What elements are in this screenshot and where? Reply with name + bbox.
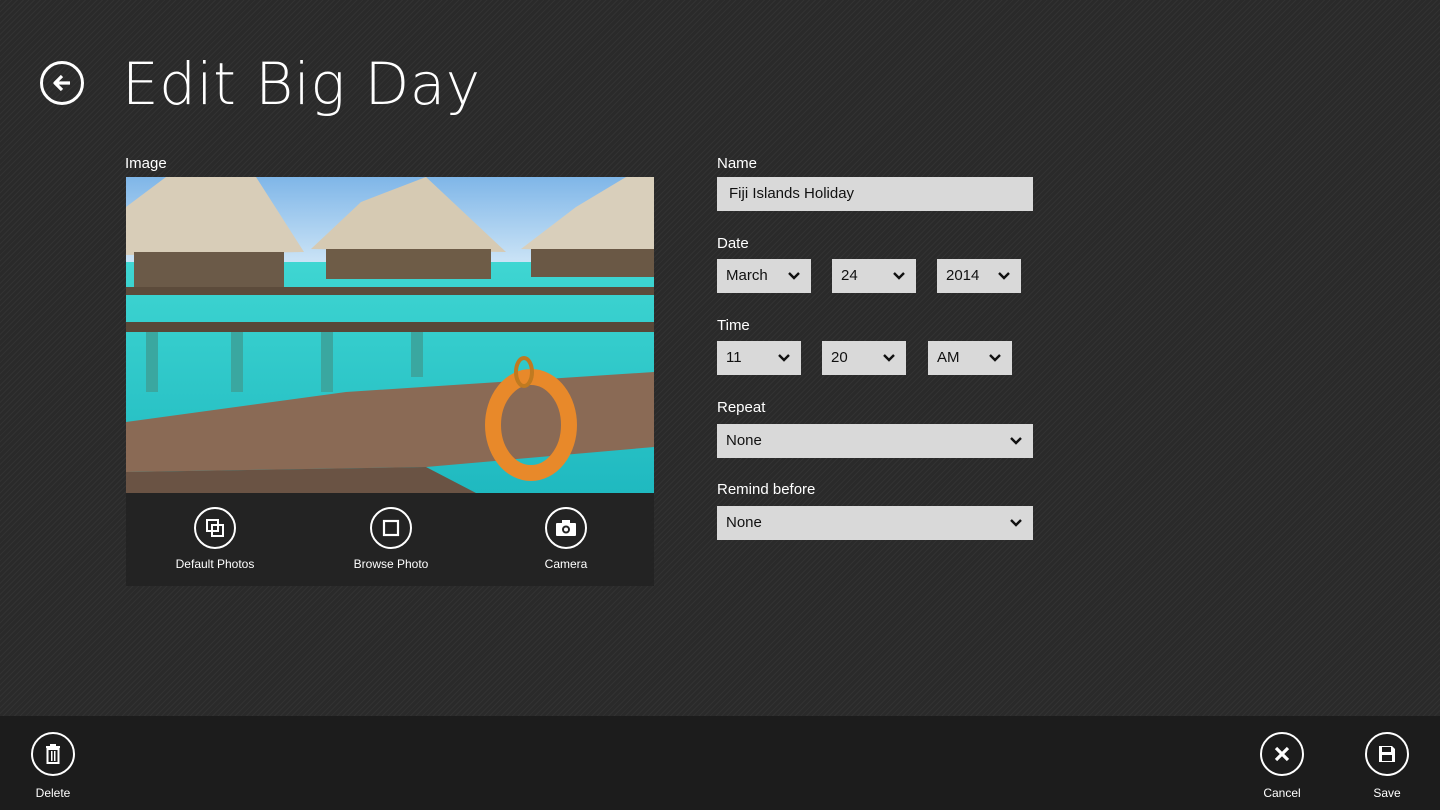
hour-value: 11 (726, 349, 742, 366)
repeat-select[interactable]: None (717, 424, 1033, 458)
ampm-value: AM (937, 349, 960, 366)
cancel-button[interactable]: Cancel (1242, 732, 1322, 800)
repeat-value: None (726, 432, 762, 449)
name-input[interactable]: Fiji Islands Holiday (717, 177, 1033, 211)
camera-label: Camera (544, 557, 588, 571)
delete-label: Delete (35, 786, 71, 800)
camera-button[interactable]: Camera (506, 507, 626, 571)
time-label: Time (717, 317, 750, 334)
save-button[interactable]: Save (1347, 732, 1427, 800)
remind-select[interactable]: None (717, 506, 1033, 540)
remind-label: Remind before (717, 481, 816, 498)
chevron-down-icon (1010, 519, 1022, 527)
name-label: Name (717, 155, 758, 172)
ampm-select[interactable]: AM (928, 341, 1012, 375)
year-select[interactable]: 2014 (937, 259, 1021, 293)
cancel-label: Cancel (1263, 786, 1301, 800)
day-select[interactable]: 24 (832, 259, 916, 293)
month-select[interactable]: March (717, 259, 811, 293)
delete-button[interactable]: Delete (13, 732, 93, 800)
minute-value: 20 (831, 349, 848, 366)
hour-select[interactable]: 11 (717, 341, 801, 375)
chevron-down-icon (778, 354, 790, 362)
remind-value: None (726, 514, 762, 531)
chevron-down-icon (883, 354, 895, 362)
date-label: Date (717, 235, 749, 252)
month-value: March (726, 267, 768, 284)
page-title: Edit Big Day (122, 50, 481, 118)
default-photos-label: Default Photos (175, 557, 255, 571)
browse-icon (370, 507, 412, 549)
photo-actions-bar: Default Photos Browse Photo Camera (126, 493, 654, 586)
day-value: 24 (841, 267, 858, 284)
browse-photo-button[interactable]: Browse Photo (331, 507, 451, 571)
chevron-down-icon (1010, 437, 1022, 445)
repeat-label: Repeat (717, 399, 766, 416)
image-panel: Default Photos Browse Photo Camera (126, 177, 654, 586)
year-value: 2014 (946, 267, 980, 284)
camera-icon (545, 507, 587, 549)
default-photos-button[interactable]: Default Photos (155, 507, 275, 571)
trash-icon (31, 732, 75, 776)
back-arrow-icon (53, 74, 70, 92)
app-bar: Delete Cancel Save (0, 716, 1440, 810)
chevron-down-icon (788, 272, 800, 280)
chevron-down-icon (998, 272, 1010, 280)
chevron-down-icon (989, 354, 1001, 362)
save-icon (1365, 732, 1409, 776)
back-button[interactable] (40, 61, 84, 105)
minute-select[interactable]: 20 (822, 341, 906, 375)
browse-photo-label: Browse Photo (353, 557, 429, 571)
event-photo (126, 177, 654, 493)
image-label: Image (125, 155, 167, 172)
chevron-down-icon (893, 272, 905, 280)
close-icon (1260, 732, 1304, 776)
save-label: Save (1373, 786, 1401, 800)
photos-icon (194, 507, 236, 549)
